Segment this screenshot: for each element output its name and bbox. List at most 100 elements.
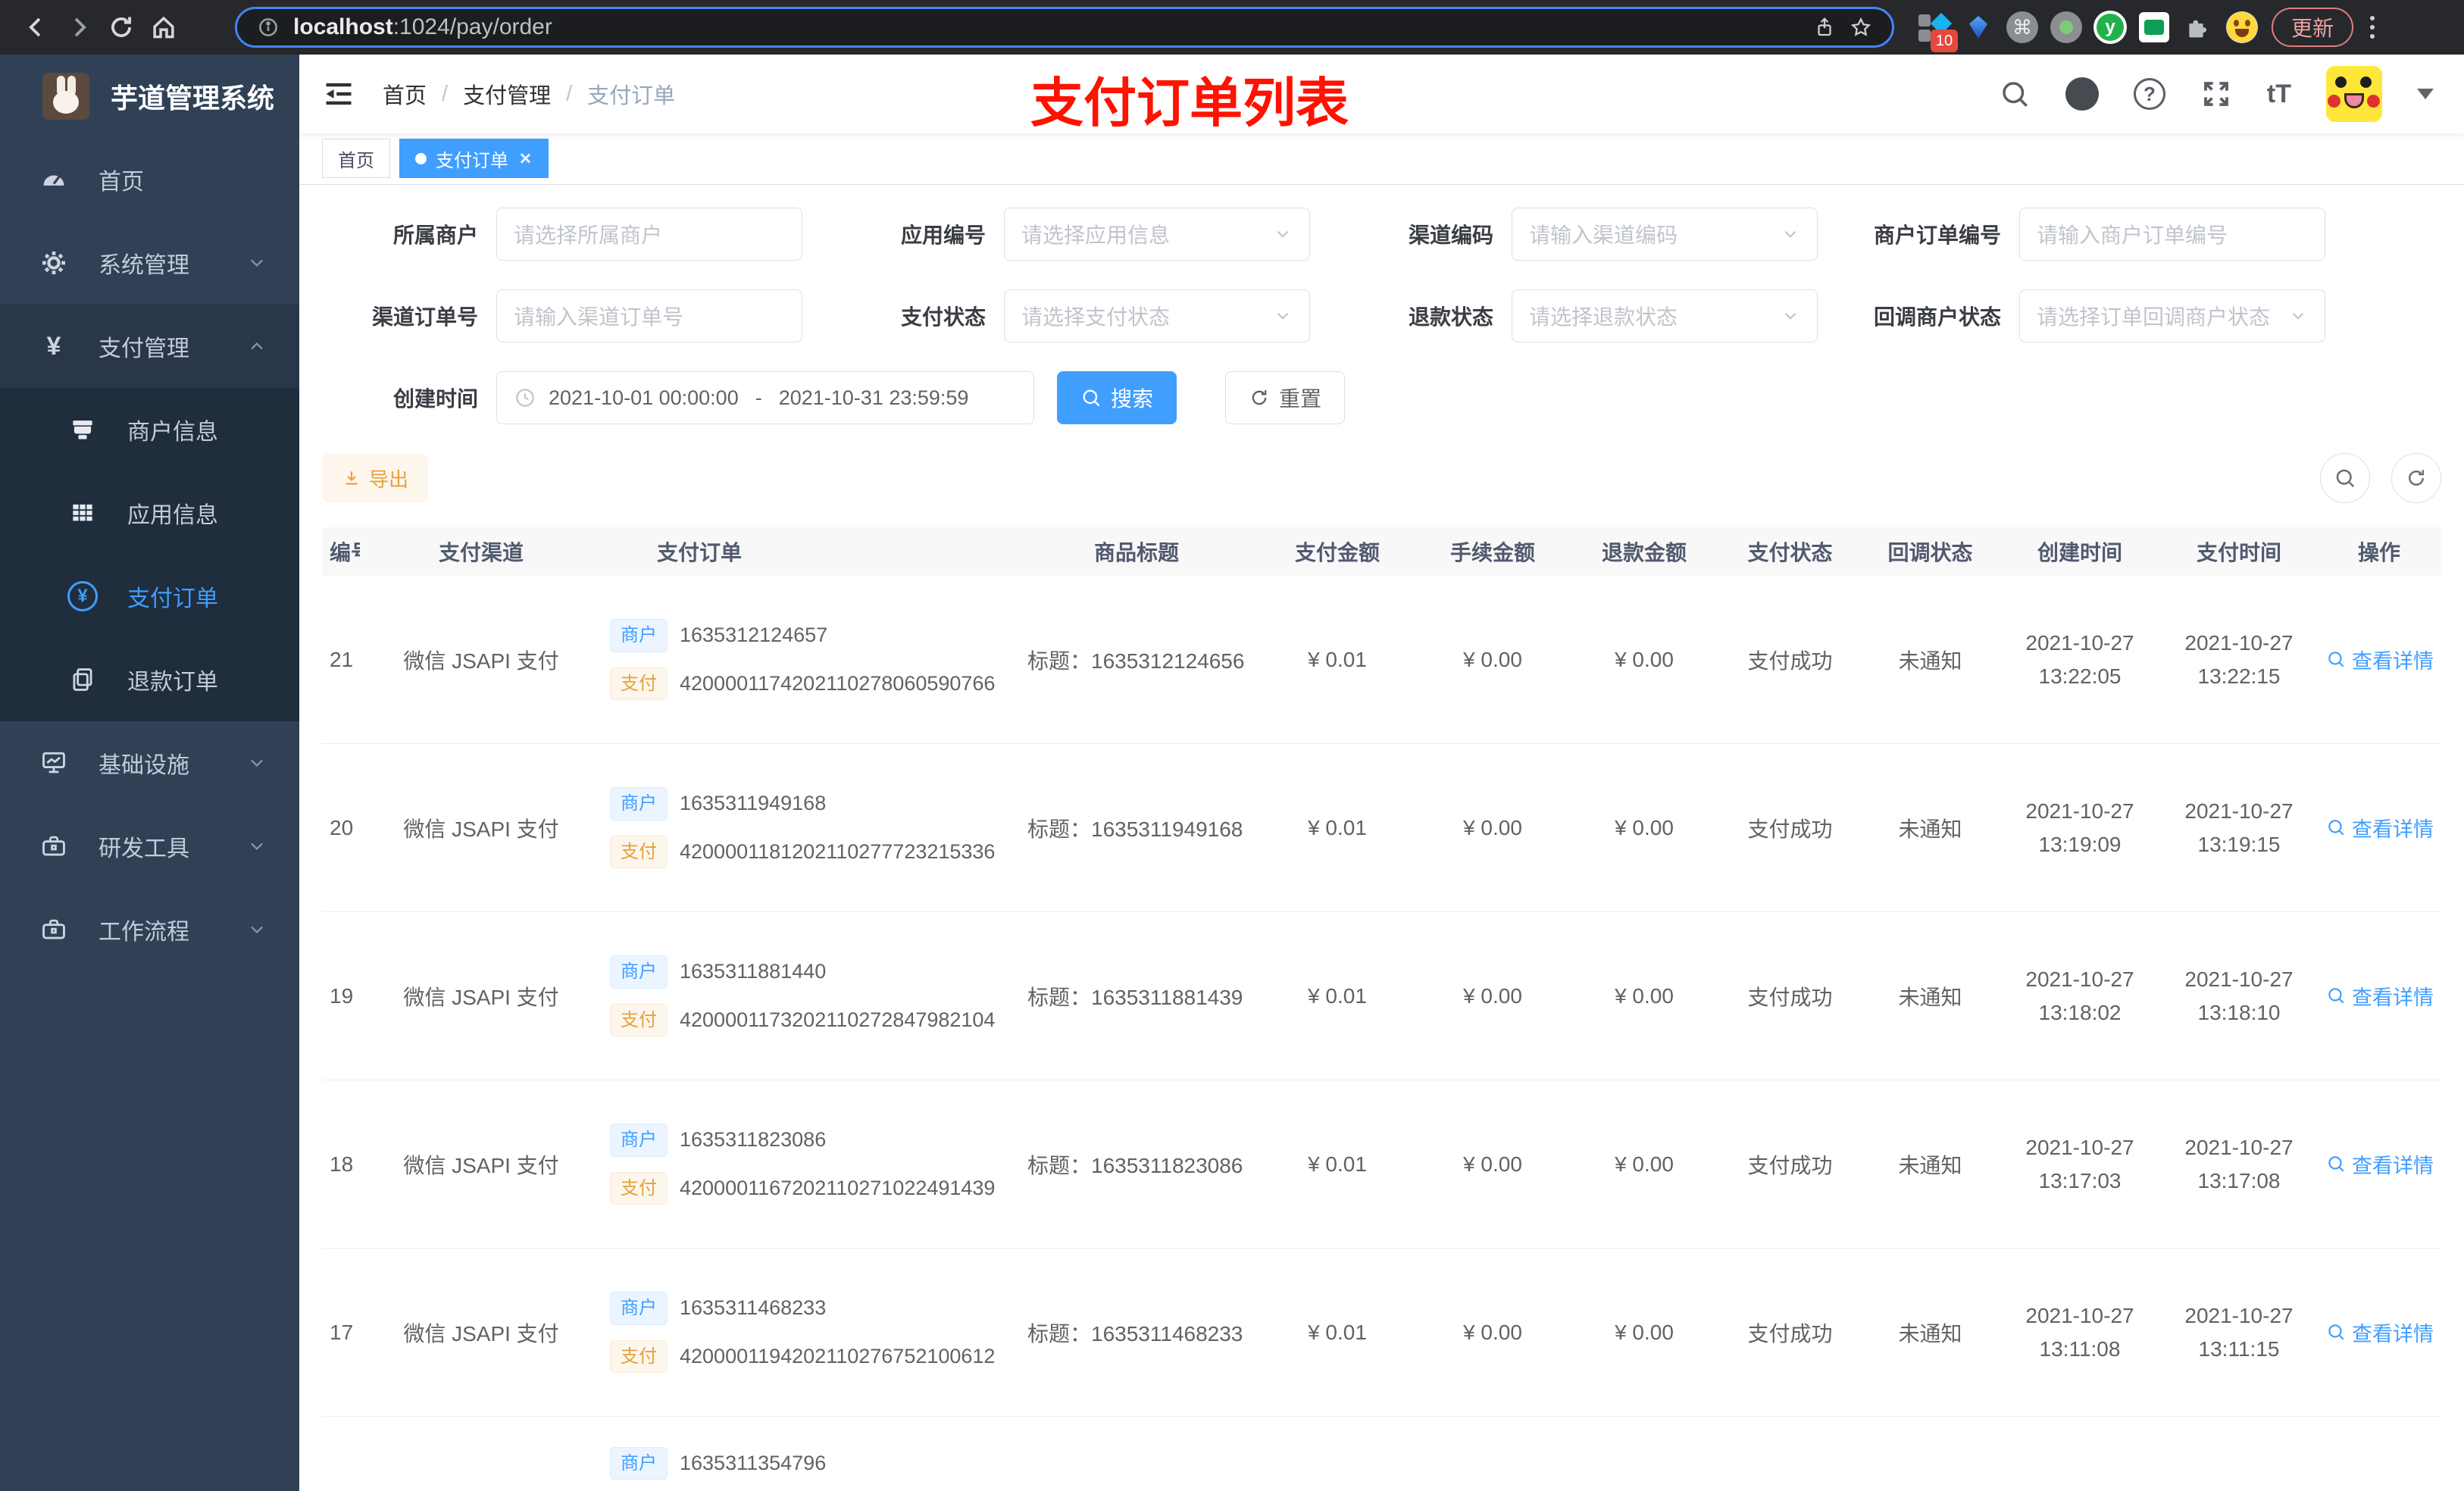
- view-details-link[interactable]: 查看详情: [2326, 1149, 2434, 1179]
- merchant-select[interactable]: 请选择所属商户: [496, 208, 802, 261]
- breadcrumb: 首页 / 支付管理 / 支付订单: [383, 78, 675, 110]
- col-pay-order: 支付订单: [657, 541, 743, 564]
- refund-status-select[interactable]: 请选择退款状态: [1512, 289, 1818, 342]
- order-id-cell: 19: [330, 983, 354, 1008]
- sidebar-item-refund-order[interactable]: 退款订单: [0, 638, 299, 721]
- avatar[interactable]: [2326, 66, 2382, 122]
- toggle-search-button[interactable]: [2320, 453, 2370, 503]
- field-label: 回调商户状态: [1873, 305, 2001, 329]
- merchant-order-no-input[interactable]: 请输入商户订单编号: [2019, 208, 2325, 261]
- chevron-down-icon: [246, 836, 267, 857]
- payment-submenu: 商户信息 应用信息 ¥ 支付订单 退款订单: [0, 388, 299, 721]
- profile-avatar-icon[interactable]: [2225, 10, 2259, 45]
- search-button[interactable]: 搜索: [1057, 371, 1177, 424]
- pay-channel-cell: 微信 JSAPI 支付: [403, 1153, 559, 1177]
- range-start: 2021-10-01 00:00:00: [549, 386, 739, 409]
- reset-button[interactable]: 重置: [1225, 371, 1346, 424]
- active-dot-icon: [415, 152, 427, 164]
- sidebar-item-infrastructure[interactable]: 基础设施: [0, 721, 299, 805]
- sidebar-item-workflow[interactable]: 工作流程: [0, 888, 299, 971]
- app-logo[interactable]: 芋道管理系统: [0, 55, 299, 138]
- field-label: 所属商户: [392, 223, 478, 247]
- pay-amount-cell: ¥ 0.01: [1308, 815, 1367, 839]
- site-info-icon[interactable]: [257, 16, 280, 39]
- pay-status-cell: 支付成功: [1747, 1321, 1833, 1346]
- sidebar-item-merchant-info[interactable]: 商户信息: [0, 388, 299, 471]
- sidebar-fold-icon[interactable]: [322, 77, 355, 111]
- table-row: 21 微信 JSAPI 支付 商户 1635312124657 支付 42000…: [322, 576, 2441, 744]
- avatar-caret-icon[interactable]: [2417, 88, 2434, 108]
- extension-record-icon[interactable]: [2049, 10, 2084, 45]
- actions-cell: 查看详情: [2319, 645, 2440, 675]
- pay-channel-cell: 微信 JSAPI 支付: [403, 985, 559, 1009]
- clock-icon: [516, 389, 534, 407]
- col-amount: 支付金额: [1294, 541, 1380, 564]
- dashboard-icon: [36, 165, 71, 194]
- font-size-icon[interactable]: [2267, 80, 2291, 109]
- fullscreen-icon[interactable]: [2200, 78, 2232, 110]
- forward-icon[interactable]: [58, 6, 100, 48]
- sidebar-item-dev-tools[interactable]: 研发工具: [0, 805, 299, 888]
- bookmark-star-icon[interactable]: [1850, 16, 1872, 39]
- field-label: 支付状态: [900, 305, 986, 329]
- extension-gem-icon[interactable]: [1961, 10, 1996, 45]
- browser-toolbar: localhost:1024/pay/order 10 更新: [0, 0, 2464, 55]
- tab-home[interactable]: 首页: [322, 139, 390, 178]
- create-time-cell: 2021-10-27 13:22:05: [2025, 630, 2134, 688]
- fee-amount-cell: ¥ 0.00: [1463, 1152, 1522, 1176]
- merchant-tag: 商户: [610, 1292, 668, 1325]
- pay-channel-cell: 微信 JSAPI 支付: [403, 1321, 559, 1346]
- view-details-link[interactable]: 查看详情: [2326, 813, 2434, 842]
- tab-pay-order[interactable]: 支付订单: [399, 139, 549, 178]
- yen-icon: ¥: [46, 331, 61, 361]
- extension-command-icon[interactable]: [2005, 10, 2040, 45]
- product-title-cell: 标题：1635311881439: [1027, 985, 1243, 1009]
- extension-blocks-icon[interactable]: 10: [1917, 10, 1958, 52]
- field-label: 退款状态: [1408, 305, 1493, 329]
- app-title: 芋道管理系统: [111, 83, 275, 114]
- order-id-cell: 17: [330, 1320, 354, 1344]
- export-button[interactable]: 导出: [322, 454, 429, 502]
- url-bar[interactable]: localhost:1024/pay/order: [235, 7, 1894, 48]
- channel-code-select[interactable]: 请输入渠道编码: [1512, 208, 1818, 261]
- search-icon[interactable]: [1999, 78, 2031, 110]
- browser-menu-icon[interactable]: [2364, 11, 2381, 44]
- breadcrumb-home[interactable]: 首页: [383, 78, 427, 110]
- create-time-range-picker[interactable]: 2021-10-01 00:00:00 - 2021-10-31 23:59:5…: [496, 371, 1034, 424]
- refresh-table-button[interactable]: [2391, 453, 2441, 503]
- view-details-link[interactable]: 查看详情: [2326, 645, 2434, 674]
- sidebar-item-pay-order[interactable]: ¥ 支付订单: [0, 555, 299, 638]
- notify-status-cell: 未通知: [1898, 1321, 1962, 1346]
- extensions-puzzle-icon[interactable]: [2181, 10, 2215, 45]
- tags-view-bar: 首页 支付订单: [299, 133, 2464, 185]
- view-details-link[interactable]: 查看详情: [2326, 1318, 2434, 1347]
- sidebar-item-app-info[interactable]: 应用信息: [0, 471, 299, 555]
- field-label: 应用编号: [900, 223, 986, 247]
- sidebar-item-label: 商户信息: [127, 420, 218, 445]
- close-tab-icon[interactable]: [518, 151, 533, 166]
- view-details-link[interactable]: 查看详情: [2326, 981, 2434, 1011]
- pay-tag: 支付: [610, 835, 668, 868]
- channel-order-no-input[interactable]: 请输入渠道订单号: [496, 289, 802, 342]
- share-icon[interactable]: [1813, 16, 1836, 39]
- browser-update-button[interactable]: 更新: [2272, 8, 2354, 47]
- briefcase-icon: [36, 915, 71, 944]
- pay-status-cell: 支付成功: [1747, 985, 1833, 1009]
- refund-amount-cell: ¥ 0.00: [1615, 1320, 1674, 1344]
- sidebar-item-payment[interactable]: ¥ 支付管理: [0, 305, 299, 388]
- sidebar-item-home[interactable]: 首页: [0, 138, 299, 221]
- pay-status-select[interactable]: 请选择支付状态: [1004, 289, 1310, 342]
- home-icon[interactable]: [142, 6, 185, 48]
- app-select[interactable]: 请选择应用信息: [1004, 208, 1310, 261]
- extension-chat-icon[interactable]: [2137, 10, 2172, 45]
- product-title-cell: 标题：1635312124656: [1027, 649, 1245, 673]
- github-icon[interactable]: [2065, 77, 2099, 111]
- breadcrumb-payment[interactable]: 支付管理: [463, 78, 551, 110]
- help-icon[interactable]: [2133, 78, 2165, 110]
- back-icon[interactable]: [15, 6, 58, 48]
- reload-icon[interactable]: [100, 6, 142, 48]
- extension-y-icon[interactable]: [2093, 10, 2128, 45]
- documents-icon: [65, 665, 100, 694]
- notify-status-select[interactable]: 请选择订单回调商户状态: [2019, 289, 2325, 342]
- sidebar-item-system[interactable]: 系统管理: [0, 221, 299, 305]
